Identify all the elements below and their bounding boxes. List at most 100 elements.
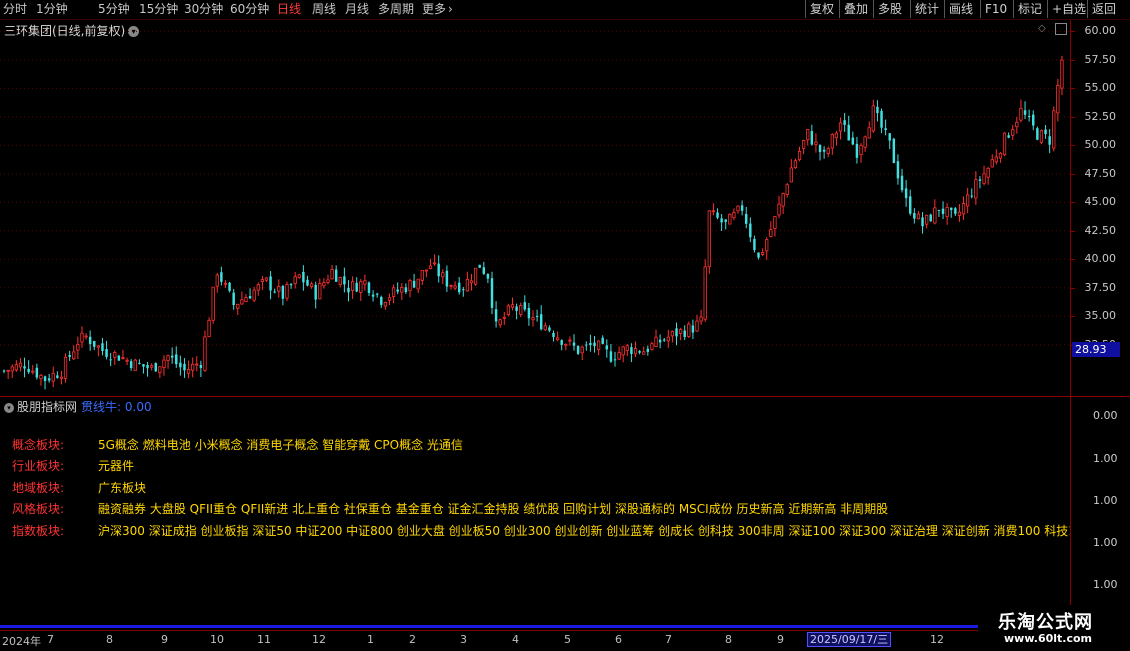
candle-body <box>494 309 498 322</box>
price-axis-label: 55.00 <box>1084 81 1117 95</box>
candle-body <box>777 203 781 216</box>
period-tab-more[interactable]: 更多 › <box>422 2 453 17</box>
period-tab-15min[interactable]: 15分钟 <box>139 2 178 17</box>
candle-body <box>1023 110 1027 115</box>
candle-body <box>412 280 416 288</box>
candlestick-chart[interactable] <box>0 20 1070 396</box>
price-axis-label: 50.00 <box>1084 138 1117 152</box>
candle-body <box>1044 129 1047 135</box>
period-tab-1min[interactable]: 1分钟 <box>36 2 68 17</box>
date-axis[interactable]: 2024年 7 8 9 10 11 12 1 2 3 4 5 6 7 8 9 2… <box>0 630 1130 651</box>
candle-body <box>925 214 929 225</box>
candle-body <box>736 205 740 212</box>
candle-body <box>937 209 941 211</box>
candle-body <box>273 291 276 293</box>
candle-body <box>941 208 945 214</box>
candle-body <box>691 325 695 333</box>
candle-body <box>396 289 399 292</box>
candle-body <box>851 137 855 145</box>
candle-body <box>707 210 711 268</box>
time-scrollbar[interactable] <box>0 625 978 628</box>
candle-body <box>658 339 662 343</box>
period-tab-weekly[interactable]: 周线 <box>312 2 336 17</box>
index-value: 沪深300 深证成指 创业板指 深证50 中证200 中证800 创业大盘 创业… <box>98 524 1070 538</box>
period-tab-fenshi[interactable]: 分时 <box>3 2 27 17</box>
candle-body <box>1048 136 1051 145</box>
indicator-axis-label: 1.00 <box>1093 494 1118 507</box>
candle-body <box>207 319 211 338</box>
period-tab-monthly[interactable]: 月线 <box>345 2 369 17</box>
period-tab-5min[interactable]: 5分钟 <box>98 2 130 17</box>
candle-body <box>347 287 350 293</box>
draw-line-button[interactable]: 画线 <box>944 0 977 18</box>
candle-body <box>1007 135 1010 138</box>
candle-body <box>260 279 265 282</box>
multi-stock-button[interactable]: 多股 <box>873 0 906 18</box>
price-axis-label: 40.00 <box>1084 252 1117 266</box>
candle-body <box>105 349 108 357</box>
watermark-title: 乐淘公式网 <box>998 612 1093 633</box>
candle-body <box>552 332 555 338</box>
candle-body <box>650 343 654 350</box>
candle-body <box>420 270 424 281</box>
candle-body <box>716 212 719 218</box>
back-button[interactable]: 返回 <box>1087 0 1120 18</box>
candle-body <box>822 149 826 152</box>
candle-body <box>80 332 84 343</box>
candle-body <box>18 362 23 368</box>
candle-body <box>781 193 785 207</box>
candle-body <box>6 369 10 372</box>
candle-body <box>88 336 92 345</box>
candle-body <box>72 351 76 360</box>
candle-body <box>256 284 260 291</box>
date-label: 9 <box>777 633 784 646</box>
candle-body <box>457 282 461 293</box>
candle-body <box>957 211 962 216</box>
candle-body <box>158 366 162 374</box>
candle-body <box>625 345 629 351</box>
candle-body <box>179 362 182 368</box>
candle-body <box>84 335 88 338</box>
chevron-down-icon[interactable]: ▾ <box>4 402 14 413</box>
candle-body <box>293 276 297 285</box>
region-row: 地域板块: 广东板块 <box>12 479 146 497</box>
candle-body <box>465 278 470 292</box>
candle-body <box>220 272 223 282</box>
mark-button[interactable]: 标记 <box>1013 0 1046 18</box>
candle-body <box>609 351 613 362</box>
candle-body <box>986 167 990 178</box>
candle-body <box>68 354 71 357</box>
candle-body <box>343 276 346 285</box>
fuquan-button[interactable]: 复权 <box>805 0 838 18</box>
indicator-title[interactable]: ▾ 股朋指标网 贯线牛: 0.00 <box>4 398 152 415</box>
overlay-button[interactable]: 叠加 <box>839 0 872 18</box>
candle-body <box>855 143 859 158</box>
candle-body <box>970 195 973 197</box>
candle-body <box>387 297 392 301</box>
f10-button[interactable]: F10 <box>980 0 1011 18</box>
index-row: 指数板块: 沪深300 深证成指 创业板指 深证50 中证200 中证800 创业… <box>12 522 1070 540</box>
candle-body <box>371 294 375 297</box>
candle-body <box>871 105 875 132</box>
candle-body <box>1060 59 1064 89</box>
add-watchlist-button[interactable]: +自选 <box>1047 0 1090 18</box>
candle-body <box>703 266 707 320</box>
candle-body <box>519 305 523 315</box>
candle-body <box>945 206 949 218</box>
candle-body <box>462 289 465 291</box>
candle-body <box>264 277 269 281</box>
period-tab-multi[interactable]: 多周期 <box>378 2 414 17</box>
statistics-button[interactable]: 统计 <box>910 0 943 18</box>
period-tab-60min[interactable]: 60分钟 <box>230 2 269 17</box>
period-tab-daily[interactable]: 日线 <box>277 2 301 17</box>
period-tab-30min[interactable]: 30分钟 <box>184 2 223 17</box>
chevron-right-icon: › <box>448 2 453 16</box>
candle-body <box>23 366 26 369</box>
candle-body <box>297 274 301 278</box>
candle-body <box>228 282 231 291</box>
candle-body <box>909 196 912 214</box>
style-label: 风格板块: <box>12 502 65 516</box>
indicator-axis-label: 0.00 <box>1093 409 1118 422</box>
candle-body <box>146 365 149 369</box>
price-tick <box>1071 259 1075 261</box>
